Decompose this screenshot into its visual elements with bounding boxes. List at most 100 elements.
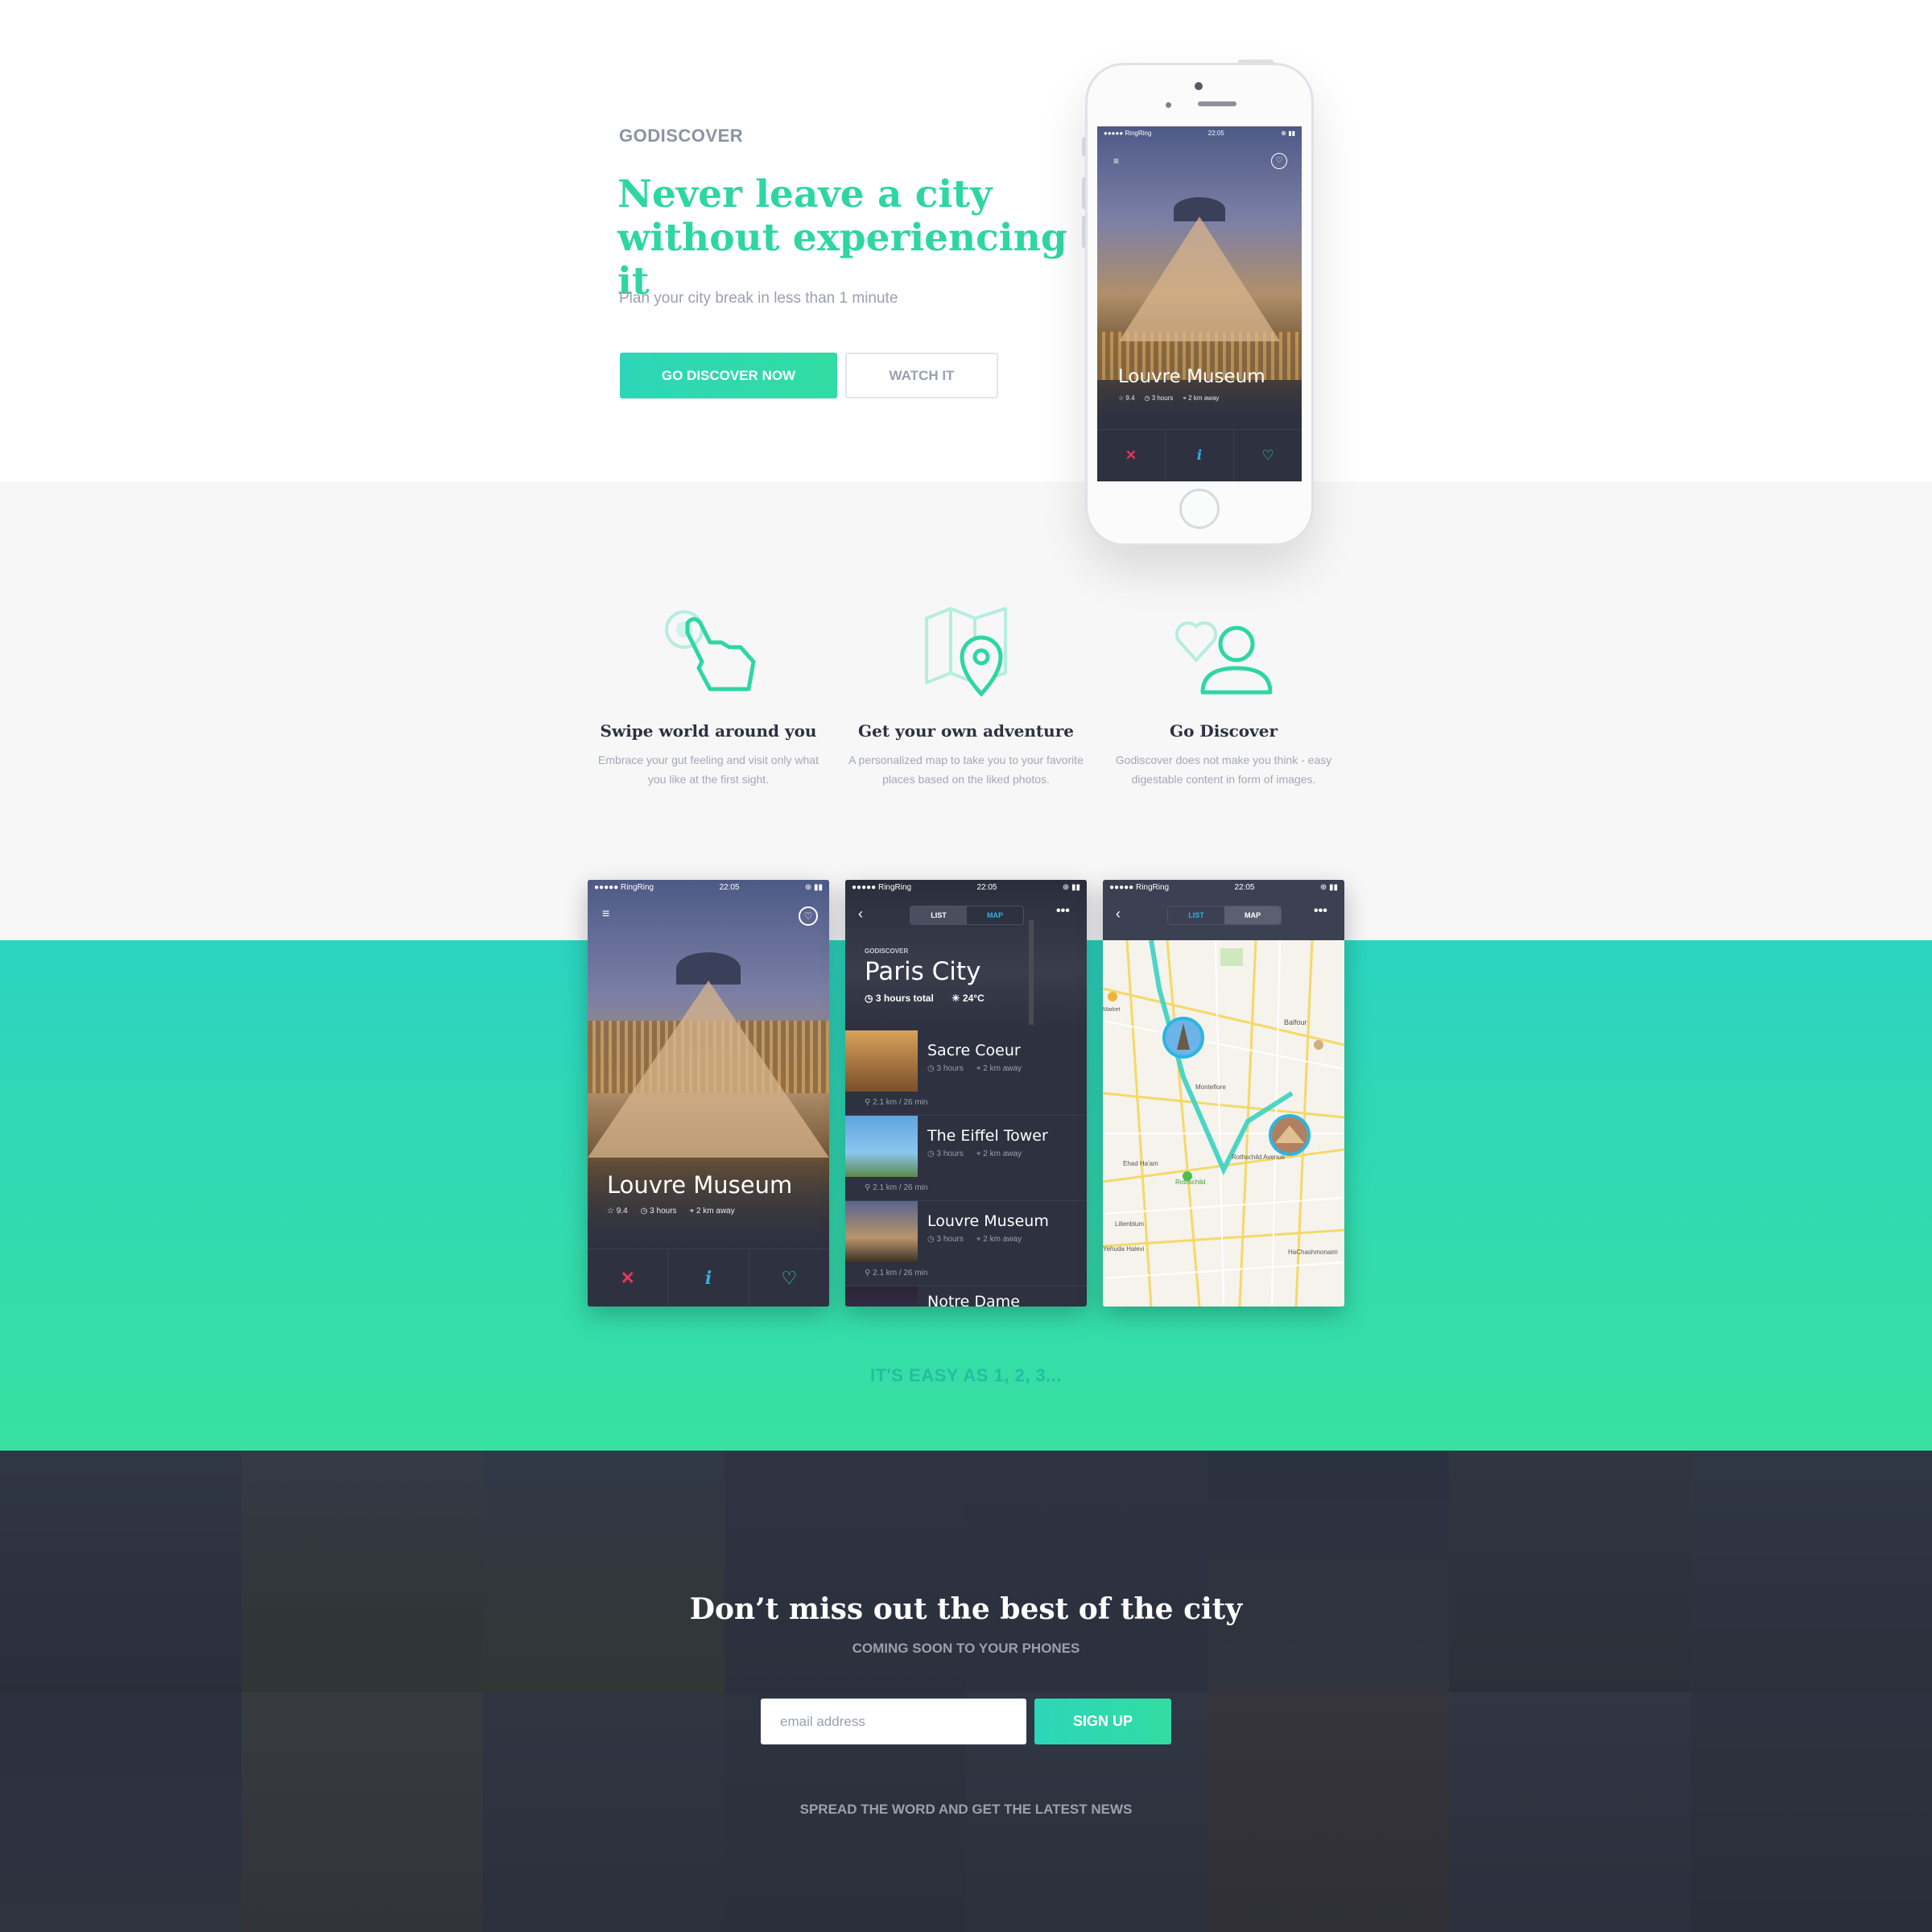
feature-swipe: Swipe world around you Embrace your gut … (588, 721, 829, 789)
walk-distance: ⚲ 2.1 km / 26 min (865, 1269, 928, 1278)
info-button[interactable]: i (668, 1249, 749, 1307)
brand-logo: GODISCOVER (619, 126, 744, 146)
list-item[interactable]: Sacre Coeur ◷ 3 hours ⌖ 2 km away ⚲ 2.1 k… (845, 1030, 1087, 1116)
street-label: Lilienblum (1115, 1220, 1144, 1228)
list-item[interactable]: Louvre Museum ◷ 3 hours ⌖ 2 km away ⚲ 2.1… (845, 1201, 1087, 1286)
favorites-icon[interactable]: ♡ (799, 906, 818, 926)
screen-list: ●●●●● RingRing 22:05 ⊕ ▮▮ ‹ LIST MAP ••• G… (845, 880, 1087, 1307)
feature-adventure: Get your own adventure A personalized ma… (845, 721, 1087, 789)
card-action-bar: ✕ i ♡ (588, 1249, 829, 1307)
back-icon[interactable]: ‹ (1116, 906, 1121, 923)
iphone-camera (1195, 82, 1203, 90)
list-brand: GODISCOVER (865, 947, 909, 955)
iphone-speaker (1198, 101, 1236, 106)
info-button[interactable]: i (1166, 430, 1234, 481)
status-bar: ●●●●● RingRing 22:05 ⊕ ▮▮ (594, 883, 823, 892)
menu-icon[interactable]: ≡ (1113, 155, 1119, 167)
card-meta: ☆ 9.4 ◷ 3 hours ⌖ 2 km away (1118, 394, 1219, 402)
list-item[interactable]: The Eiffel Tower ◷ 3 hours ⌖ 2 km away ⚲ … (845, 1116, 1087, 1201)
street-label: Market (1103, 1007, 1120, 1013)
list-item-title: Sacre Coeur (927, 1042, 1021, 1059)
status-bar: ●●●●● RingRing 22:05 ⊕ ▮▮ (1109, 883, 1338, 892)
card-action-bar: ✕ i ♡ (1097, 429, 1302, 481)
feature-text: Godiscover does not make you think - eas… (1115, 753, 1332, 786)
list-item-title: Louvre Museum (927, 1212, 1049, 1230)
distance-value: ⌖ 2 km away (1183, 394, 1220, 402)
cta-subtitle: COMING SOON TO YOUR PHONES (852, 1641, 1080, 1656)
map-pin-icon (922, 605, 1018, 702)
walk-distance: ⚲ 2.1 km / 26 min (865, 1183, 928, 1192)
back-icon[interactable]: ‹ (858, 906, 863, 923)
like-button[interactable]: ♡ (1234, 430, 1302, 481)
notre-dame-thumb (845, 1286, 918, 1307)
list-map-toggle: LIST MAP (1167, 906, 1282, 925)
card-title: Louvre Museum (607, 1171, 793, 1199)
menu-icon[interactable]: ≡ (602, 907, 609, 922)
feature-go-discover: Go Discover Godiscover does not make you… (1103, 721, 1344, 789)
city-meta: ◷ 3 hours total ☀ 24°C (865, 993, 985, 1004)
list-item-meta: ◷ 3 hours ⌖ 2 km away (927, 1064, 1022, 1073)
feature-title: Get your own adventure (858, 721, 1074, 741)
distance-value: ⌖ 2 km away (689, 1207, 735, 1216)
cta-title: Don’t miss out the best of the city (689, 1592, 1243, 1626)
card-title: Louvre Museum (1118, 366, 1265, 387)
list-item-meta: ◷ 3 hours ⌖ 2 km away (927, 1235, 1022, 1244)
feature-title: Go Discover (1170, 721, 1278, 741)
street-label: Balfour (1284, 1018, 1307, 1026)
street-label: Ehad Ha'am (1123, 1160, 1158, 1167)
easy-tagline: IT'S EASY AS 1, 2, 3... (869, 1365, 1063, 1385)
street-label: Rothschild Avenue (1232, 1154, 1286, 1161)
list-map-toggle: LIST MAP (910, 906, 1024, 925)
sign-up-button[interactable]: SIGN UP (1034, 1699, 1171, 1744)
heart-user-icon (1174, 615, 1273, 704)
more-icon[interactable]: ••• (1314, 904, 1327, 919)
tab-map[interactable]: MAP (967, 906, 1023, 924)
tab-list[interactable]: LIST (1168, 906, 1224, 924)
louvre-photo (588, 880, 829, 1258)
louvre-thumb (845, 1201, 918, 1262)
list-item-meta: ◷ 3 hours ⌖ 2 km away (927, 1150, 1022, 1158)
card-meta: ☆ 9.4 ◷ 3 hours ⌖ 2 km away (607, 1207, 735, 1216)
footer-overlay (0, 1451, 1932, 1932)
paris-header-photo (845, 880, 1087, 1030)
street-label: Montefiore (1195, 1084, 1226, 1091)
list-item-title: The Eiffel Tower (927, 1127, 1048, 1145)
duration-value: ◷ 3 hours (1144, 394, 1174, 402)
sacre-coeur-thumb (845, 1030, 918, 1092)
dislike-button[interactable]: ✕ (588, 1249, 669, 1307)
walk-distance: ⚲ 2.1 km / 26 min (865, 1098, 928, 1107)
street-label: HaChashmonaim (1288, 1249, 1338, 1256)
list-item[interactable]: Notre Dame (845, 1286, 1087, 1307)
iphone-home-button (1179, 489, 1220, 529)
list-item-title: Notre Dame (927, 1293, 1020, 1307)
iphone-sensor (1166, 102, 1171, 108)
go-discover-button[interactable]: GO DISCOVER NOW (620, 353, 837, 398)
dislike-button[interactable]: ✕ (1097, 430, 1166, 481)
feature-text: A personalized map to take you to your f… (848, 753, 1084, 786)
rating-value: ☆ 9.4 (1118, 394, 1135, 402)
hero-phone-screen: ●●●●● RingRing 22:05 ⊕ ▮▮ ≡ ♡ Louvre Museu… (1097, 126, 1302, 481)
features-section (0, 481, 1932, 940)
screen-card: ●●●●● RingRing 22:05 ⊕ ▮▮ ≡ ♡ Louvre Museu… (588, 880, 829, 1307)
more-icon[interactable]: ••• (1056, 904, 1070, 919)
city-title: Paris City (865, 957, 981, 986)
footer-section (0, 1451, 1932, 1932)
feature-text: Embrace your gut feeling and visit only … (598, 753, 819, 786)
duration-value: ◷ 3 hours (640, 1207, 677, 1216)
favorites-icon[interactable]: ♡ (1271, 153, 1287, 169)
hero-headline: Never leave a city without experiencing … (617, 172, 1067, 303)
spread-the-word: SPREAD THE WORD AND GET THE LATEST NEWS (799, 1802, 1133, 1817)
like-button[interactable]: ♡ (749, 1249, 829, 1307)
status-bar: ●●●●● RingRing 22:05 ⊕ ▮▮ (852, 883, 1080, 892)
map-view[interactable]: Balfour Montefiore Rothschild Avenue Rot… (1103, 940, 1344, 1307)
feature-title: Swipe world around you (600, 721, 817, 741)
tab-map[interactable]: MAP (1224, 906, 1281, 924)
street-label: Yehuda Halevi (1103, 1245, 1145, 1253)
watch-it-button[interactable]: WATCH IT (845, 353, 998, 398)
hero-subline: Plan your city break in less than 1 minu… (619, 290, 898, 307)
screen-map: ●●●●● RingRing 22:05 ⊕ ▮▮ ‹ LIST MAP ••• B… (1103, 880, 1344, 1307)
tab-list[interactable]: LIST (910, 906, 967, 924)
status-bar: ●●●●● RingRing 22:05 ⊕ ▮▮ (1104, 130, 1295, 137)
rating-value: ☆ 9.4 (607, 1207, 628, 1216)
email-field[interactable] (761, 1699, 1026, 1744)
